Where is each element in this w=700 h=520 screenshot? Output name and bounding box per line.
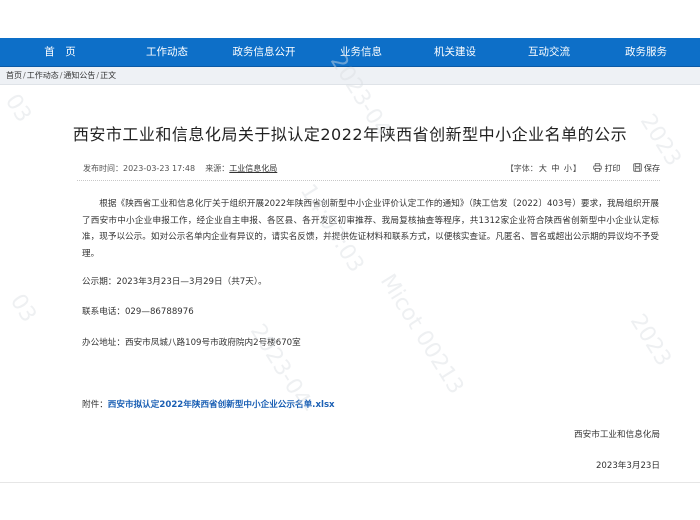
signature-date: 2023年3月23日: [595, 461, 660, 471]
breadcrumb-work-news[interactable]: 工作动态: [27, 71, 59, 80]
article-body: 根据《陕西省工业和信息化厅关于组织开展2022年陕西省创新型中小企业评价认定工作…: [82, 196, 659, 262]
nav-home[interactable]: 首 页: [0, 38, 120, 66]
svg-text:2023: 2023: [625, 310, 676, 371]
body-paragraph: 根据《陕西省工业和信息化厅关于组织开展2022年陕西省创新型中小企业评价认定工作…: [82, 199, 659, 259]
nav-gov-info[interactable]: 政务信息公开: [214, 38, 314, 66]
footer-divider: [0, 482, 700, 483]
page-title: 西安市工业和信息化局关于拟认定2022年陕西省创新型中小企业名单的公示: [72, 125, 628, 144]
attachment: 附件：西安市拟认定2022年陕西省创新型中小企业公示名单.xlsx: [82, 398, 335, 410]
save-label: 保存: [644, 164, 660, 173]
source-label: 来源：: [205, 164, 230, 173]
print-label: 打印: [604, 164, 621, 173]
breadcrumb-separator: /: [59, 71, 63, 80]
publish-time-label: 发布时间：: [83, 164, 123, 173]
nav-work-news[interactable]: 工作动态: [120, 38, 214, 66]
header-strip: [0, 0, 700, 38]
font-size-label: 【字体：: [505, 164, 538, 173]
nav-agency-building[interactable]: 机关建设: [408, 38, 502, 66]
font-size-large[interactable]: 大: [539, 164, 547, 173]
nav-gov-services[interactable]: 政务服务: [596, 38, 696, 66]
font-size-close: 】: [572, 164, 581, 173]
breadcrumb-current: 正文: [100, 71, 117, 80]
save-icon: [633, 163, 642, 172]
publicity-period: 公示期：2023年3月23日—3月29日（共7天）。: [82, 277, 267, 287]
save-button[interactable]: 保存: [633, 163, 660, 173]
office-address: 办公地址：西安市凤城八路109号市政府院内2号楼670室: [82, 338, 301, 348]
main-nav: 首 页 工作动态 政务信息公开 业务信息 机关建设 互动交流 政务服务: [0, 38, 700, 67]
breadcrumb-notices[interactable]: 通知公告: [63, 71, 95, 80]
source-link[interactable]: 工业信息化局: [229, 164, 277, 173]
meta-divider: [77, 180, 660, 181]
breadcrumb-home[interactable]: 首页: [6, 71, 22, 80]
attachment-link[interactable]: 西安市拟认定2022年陕西省创新型中小企业公示名单.xlsx: [108, 400, 335, 410]
font-size-small[interactable]: 小: [564, 164, 572, 173]
nav-business-info[interactable]: 业务信息: [314, 38, 408, 66]
breadcrumb-separator: /: [96, 71, 100, 80]
breadcrumb-separator: /: [23, 71, 26, 80]
signature-org: 西安市工业和信息化局: [574, 430, 660, 440]
contact-phone: 联系电话：029—86788976: [82, 307, 194, 317]
printer-icon: [593, 163, 603, 172]
article-meta: 发布时间：2023-03-23 17:48 来源：工业信息化局 【字体：大 中 …: [77, 163, 660, 177]
print-button[interactable]: 打印: [593, 163, 623, 173]
svg-text:03: 03: [5, 290, 41, 327]
nav-interaction[interactable]: 互动交流: [502, 38, 596, 66]
breadcrumb: 首页/工作动态/通知公告/正文: [0, 67, 700, 85]
attachment-label: 附件：: [82, 400, 108, 410]
svg-text:Micot 00213: Micot 00213: [375, 270, 468, 399]
publish-time: 2023-03-23 17:48: [123, 164, 196, 173]
font-size-medium[interactable]: 中: [551, 164, 559, 173]
